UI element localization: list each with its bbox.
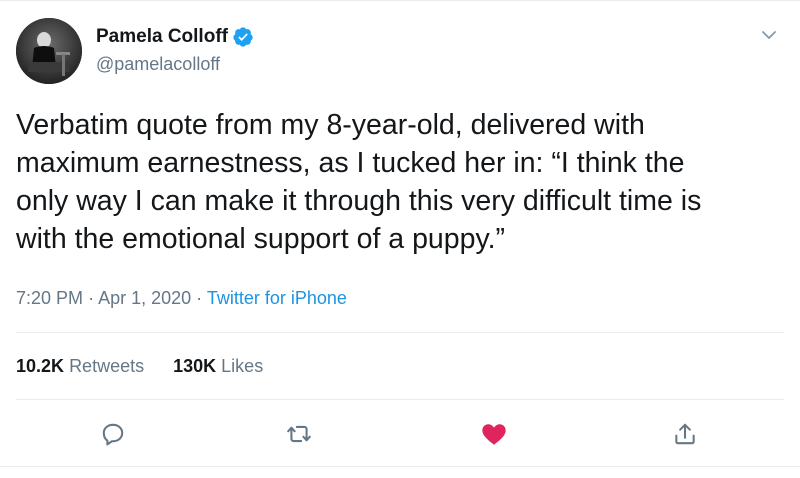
author-name[interactable]: Pamela Colloff <box>96 26 228 48</box>
author-name-row[interactable]: Pamela Colloff <box>96 26 254 48</box>
tweet-source-link[interactable]: Twitter for iPhone <box>207 288 347 308</box>
retweets-stat[interactable]: 10.2K Retweets <box>16 356 144 377</box>
likes-stat[interactable]: 130K Likes <box>173 356 263 377</box>
share-icon <box>675 423 695 445</box>
reply-icon <box>102 423 124 446</box>
tweet-card: Pamela Colloff @pamelacolloff Verbatim q… <box>0 0 800 478</box>
tweet-date[interactable]: Apr 1, 2020 <box>98 288 191 308</box>
likes-label: Likes <box>221 356 264 376</box>
divider <box>16 332 784 333</box>
heart-icon <box>482 424 506 445</box>
author-handle[interactable]: @pamelacolloff <box>96 54 220 75</box>
likes-count: 130K <box>173 356 217 376</box>
tweet-stats: 10.2K Retweets 130K Likes <box>16 356 287 377</box>
avatar[interactable] <box>16 18 82 84</box>
meta-separator: · <box>196 288 203 308</box>
tweet-text: Verbatim quote from my 8-year-old, deliv… <box>16 109 702 255</box>
chevron-down-icon[interactable] <box>760 26 778 44</box>
retweet-icon <box>287 425 311 443</box>
bottom-divider <box>0 466 800 467</box>
reply-button[interactable] <box>99 420 127 448</box>
tweet-time[interactable]: 7:20 PM <box>16 288 83 308</box>
retweets-label: Retweets <box>69 356 145 376</box>
divider <box>16 399 784 400</box>
verified-badge-icon <box>232 26 254 48</box>
retweets-count: 10.2K <box>16 356 65 376</box>
like-button[interactable] <box>480 420 508 448</box>
share-button[interactable] <box>671 420 699 448</box>
avatar-image <box>16 18 82 84</box>
meta-separator: · <box>88 288 95 308</box>
tweet-meta: 7:20 PM · Apr 1, 2020 · Twitter for iPho… <box>16 288 347 309</box>
top-divider <box>0 0 800 1</box>
retweet-button[interactable] <box>285 420 313 448</box>
